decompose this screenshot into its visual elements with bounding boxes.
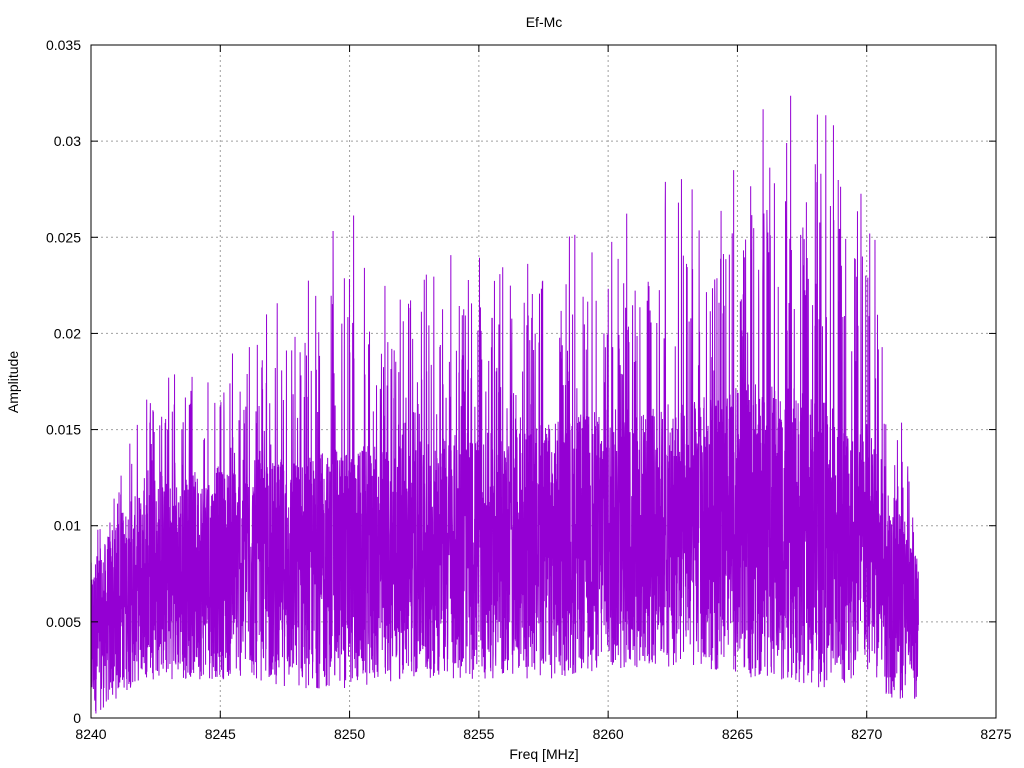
y-tick-label: 0.01	[54, 518, 81, 534]
y-tick-label: 0	[73, 710, 81, 726]
x-tick-label: 8245	[205, 726, 236, 742]
series-trace	[90, 95, 919, 714]
x-tick-label: 8250	[334, 726, 365, 742]
y-tick-label: 0.02	[54, 325, 81, 341]
y-tick-label: 0.025	[46, 229, 81, 245]
y-tick-label: 0.03	[54, 133, 81, 149]
series-line	[90, 95, 919, 714]
y-axis-label: Amplitude	[5, 351, 21, 413]
y-tick-label: 0.005	[46, 614, 81, 630]
x-tick-label: 8260	[593, 726, 624, 742]
x-tick-label: 8255	[463, 726, 494, 742]
x-tick-label: 8275	[980, 726, 1011, 742]
x-tick-label: 8265	[722, 726, 753, 742]
chart-title: Ef-Mc	[526, 14, 563, 30]
y-tick-label: 0.015	[46, 422, 81, 438]
y-tick-label: 0.035	[46, 37, 81, 53]
line-chart: Ef-Mc 8240 8245 8250 8255 8260 8265 8270 8275 0 0…	[5, 14, 1012, 762]
x-axis-label: Freq [MHz]	[509, 746, 578, 762]
x-tick-label: 8270	[851, 726, 882, 742]
x-tick-label: 8240	[75, 726, 106, 742]
